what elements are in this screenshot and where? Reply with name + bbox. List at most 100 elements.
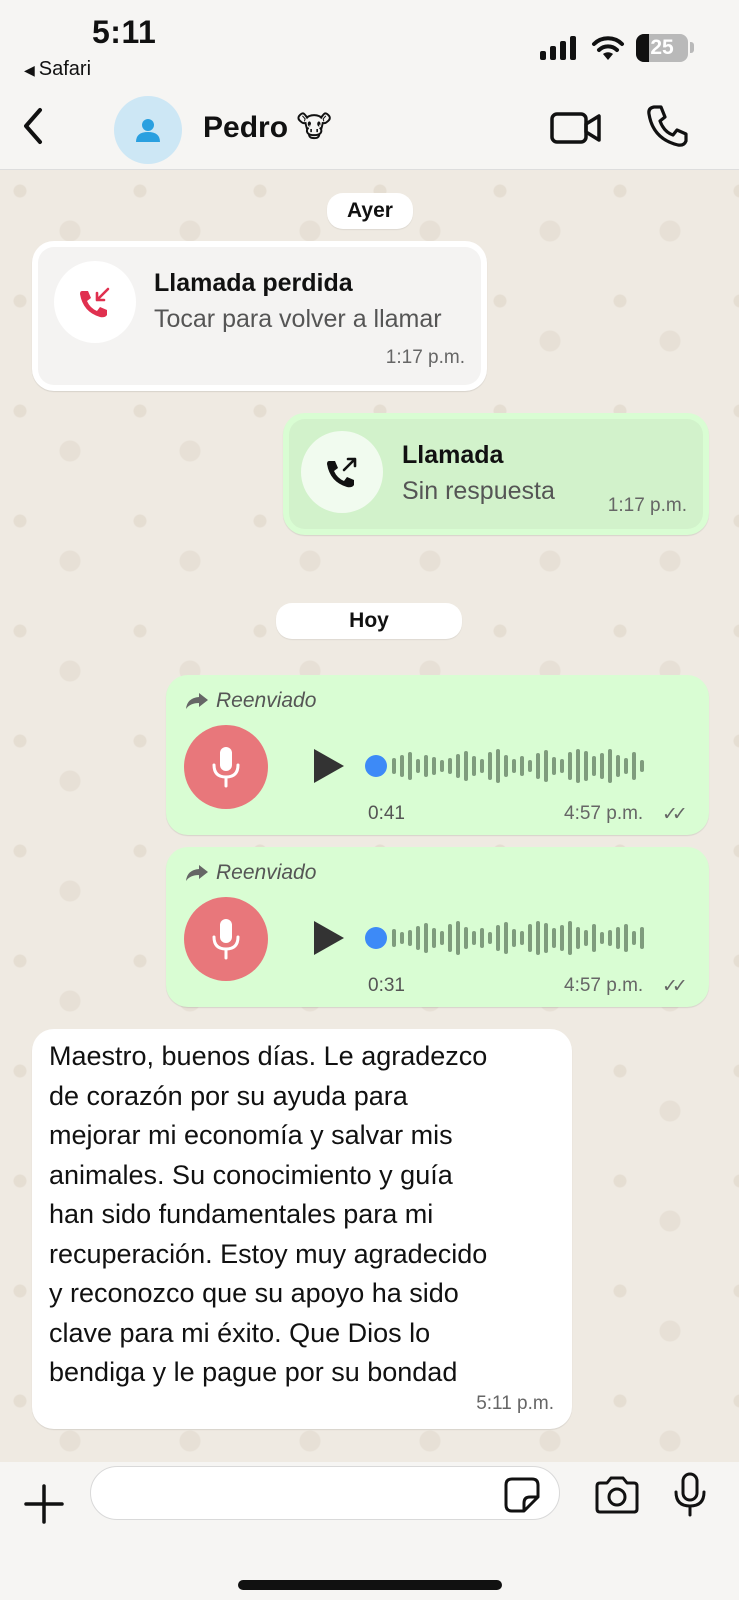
waveform[interactable]	[392, 910, 672, 966]
play-icon[interactable]	[314, 921, 344, 955]
waveform-bar	[640, 760, 644, 772]
missed-call-subtitle: Tocar para volver a llamar	[154, 305, 442, 333]
message-time: 5:11 p.m.	[476, 1393, 554, 1414]
back-triangle-icon: ◀	[24, 62, 35, 78]
phone-icon[interactable]	[646, 104, 688, 148]
waveform-bar	[456, 754, 460, 778]
waveform-bar	[584, 930, 588, 946]
missed-call-icon	[54, 261, 136, 343]
composer-bar	[0, 1462, 739, 1600]
waveform-bar	[528, 924, 532, 952]
message-line: mejorar mi economía y salvar mis	[49, 1120, 453, 1150]
waveform-bar	[536, 921, 540, 955]
waveform-bar	[584, 751, 588, 781]
waveform-bar	[496, 925, 500, 951]
voice-time: 4:57 p.m.	[564, 803, 644, 824]
back-to-app-link[interactable]: ◀ Safari	[24, 58, 91, 81]
microphone-icon	[212, 919, 240, 960]
waveform-bar	[416, 926, 420, 950]
message-line: animales. Su conocimiento y guía	[49, 1159, 453, 1190]
waveform-bar	[624, 758, 628, 774]
waveform-bar	[576, 927, 580, 949]
waveform-bar	[560, 925, 564, 951]
waveform-bar	[440, 760, 444, 772]
date-separator-yesterday: Ayer	[327, 193, 413, 229]
missed-call-bubble[interactable]: Llamada perdida Tocar para volver a llam…	[32, 241, 487, 391]
voice-avatar-mic	[184, 897, 268, 981]
forwarded-indicator: Reenviado	[184, 689, 316, 713]
outgoing-call-subtitle: Sin respuesta	[402, 477, 555, 505]
forward-arrow-icon	[186, 693, 208, 709]
waveform-bar	[392, 929, 396, 947]
voice-message-bubble[interactable]: Reenviado 0:31 4:57 p.m. ✓✓	[166, 847, 709, 1007]
playback-progress-knob[interactable]	[365, 755, 387, 777]
outgoing-call-bubble[interactable]: Llamada Sin respuesta 1:17 p.m.	[283, 413, 709, 535]
read-receipt-icon: ✓✓	[662, 804, 688, 825]
waveform-bar	[512, 759, 516, 773]
microphone-icon[interactable]	[672, 1472, 708, 1518]
voice-message-bubble[interactable]: Reenviado 0:41 4:57 p.m. ✓✓	[166, 675, 709, 835]
waveform-bar	[440, 931, 444, 945]
waveform-bar	[480, 759, 484, 773]
message-input[interactable]	[90, 1466, 560, 1520]
chat-header: Pedro 🐮	[0, 90, 739, 170]
forward-arrow-icon	[186, 865, 208, 881]
waveform-bar	[512, 929, 516, 947]
play-icon[interactable]	[314, 749, 344, 783]
waveform-bar	[448, 924, 452, 952]
microphone-icon	[212, 747, 240, 788]
missed-call-title: Llamada perdida	[154, 269, 353, 297]
message-text: Maestro, buenos días. Le agradezco de cor…	[49, 1037, 564, 1393]
battery-icon: 25	[636, 34, 688, 62]
voice-time: 4:57 p.m.	[564, 975, 644, 996]
message-line: y reconozco que su apoyo ha sido	[49, 1278, 459, 1308]
outgoing-call-title: Llamada	[402, 441, 504, 469]
chat-area[interactable]: Ayer Llamada perdida Tocar para volver a…	[0, 171, 739, 1461]
outgoing-call-icon	[301, 431, 383, 513]
outgoing-call-time: 1:17 p.m.	[607, 495, 687, 516]
waveform-bar	[608, 930, 612, 946]
playback-progress-knob[interactable]	[365, 927, 387, 949]
forwarded-label: Reenviado	[216, 689, 317, 712]
waveform-bar	[568, 752, 572, 780]
battery-tip	[690, 42, 694, 53]
plus-icon[interactable]	[24, 1484, 64, 1524]
waveform-bar	[408, 930, 412, 946]
back-chevron-icon[interactable]	[14, 106, 54, 146]
message-line: clave para mi éxito. Que Dios lo	[49, 1317, 431, 1348]
waveform-bar	[616, 927, 620, 949]
waveform-bar	[592, 756, 596, 776]
waveform-bar	[520, 756, 524, 776]
waveform-bar	[560, 759, 564, 773]
waveform-bar	[592, 924, 596, 952]
video-camera-icon[interactable]	[550, 108, 602, 148]
waveform-bar	[448, 758, 452, 774]
waveform-bar	[432, 928, 436, 948]
date-separator-today: Hoy	[276, 603, 462, 639]
home-indicator	[238, 1580, 502, 1590]
person-icon	[136, 119, 160, 142]
waveform[interactable]	[392, 738, 672, 794]
voice-duration: 0:41	[368, 803, 405, 824]
waveform-bar	[416, 759, 420, 773]
avatar[interactable]	[114, 96, 182, 164]
waveform-bar	[408, 752, 412, 780]
sticker-icon[interactable]	[504, 1477, 540, 1513]
forwarded-label: Reenviado	[216, 861, 317, 884]
waveform-bar	[488, 932, 492, 944]
battery-level: 25	[650, 36, 674, 59]
text-message-bubble[interactable]: Maestro, buenos días. Le agradezco de cor…	[32, 1029, 572, 1429]
cellular-signal-icon	[540, 36, 576, 60]
status-bar: 5:11 ◀ Safari 25	[0, 0, 739, 90]
camera-icon[interactable]	[594, 1476, 640, 1514]
waveform-bar	[632, 752, 636, 780]
message-line: recuperación. Estoy muy agradecido	[49, 1238, 488, 1269]
waveform-bar	[640, 927, 644, 949]
waveform-bar	[400, 755, 404, 777]
wifi-icon	[592, 36, 624, 60]
waveform-bar	[600, 753, 604, 779]
waveform-bar	[544, 923, 548, 953]
contact-name[interactable]: Pedro 🐮	[203, 110, 332, 145]
forwarded-indicator: Reenviado	[184, 861, 316, 885]
missed-call-time: 1:17 p.m.	[385, 347, 465, 368]
